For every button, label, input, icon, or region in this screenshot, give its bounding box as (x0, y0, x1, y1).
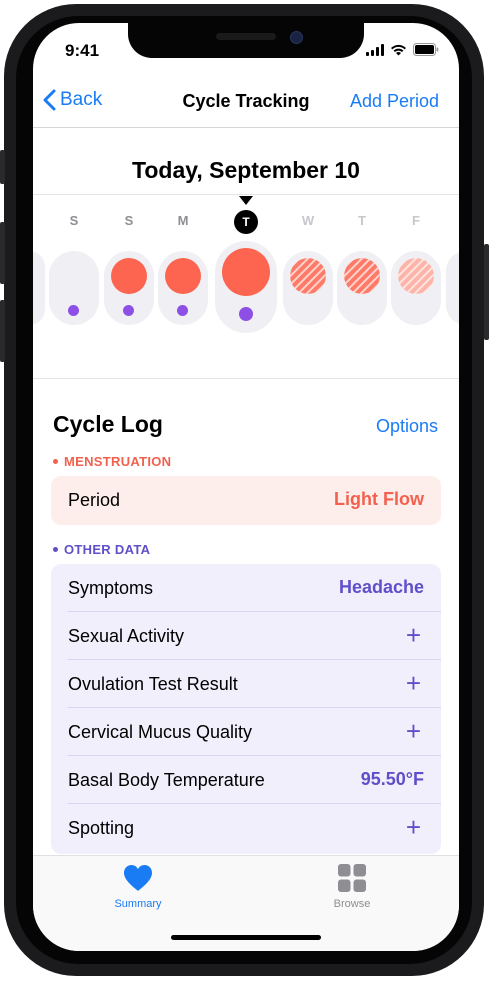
symptoms-value: Headache (338, 577, 424, 597)
add-sexual-activity-icon[interactable]: + (406, 622, 421, 648)
period-circle-today (222, 248, 270, 296)
heart-icon (93, 862, 183, 894)
screen: 9:41 Back Cycle Tracking Add Period Toda… (33, 23, 459, 951)
log-dot (177, 305, 188, 316)
day-letter-today: T (234, 210, 258, 234)
period-row[interactable]: Period Light Flow (51, 476, 441, 525)
spotting-label: Spotting (68, 818, 135, 838)
period-row-value: Light Flow (334, 489, 424, 509)
day-letter: M (177, 213, 189, 228)
menstruation-section-label: MENSTRUATION (53, 454, 171, 469)
day-cell-today[interactable] (215, 241, 277, 333)
status-icons (366, 43, 439, 56)
date-divider (33, 194, 459, 195)
log-dot (68, 305, 79, 316)
sexual-activity-row[interactable]: Sexual Activity + (51, 612, 441, 660)
cervical-mucus-row[interactable]: Cervical Mucus Quality + (51, 708, 441, 756)
wifi-icon (390, 44, 407, 56)
front-camera (290, 31, 303, 44)
add-spotting-icon[interactable]: + (406, 814, 421, 840)
navbar-divider (33, 127, 459, 128)
other-data-bullet-icon (53, 547, 58, 552)
basal-body-temperature-row[interactable]: Basal Body Temperature 95.50°F (51, 756, 441, 804)
ovulation-test-label: Ovulation Test Result (68, 674, 238, 694)
period-circle (111, 258, 147, 294)
add-ovulation-test-icon[interactable]: + (406, 670, 421, 696)
symptoms-row[interactable]: Symptoms Headache (51, 564, 441, 612)
day-letters: S S M T W T F (33, 210, 459, 237)
notch (128, 23, 364, 58)
basal-body-temperature-value: 95.50°F (360, 769, 424, 789)
day-letter: F (412, 213, 420, 228)
predicted-period-circle (290, 258, 326, 294)
add-cervical-mucus-icon[interactable]: + (406, 718, 421, 744)
day-letter: W (301, 213, 315, 228)
status-time: 9:41 (65, 41, 100, 60)
day-cell-sat-1[interactable] (49, 251, 99, 325)
day-cell-thu[interactable] (337, 251, 387, 325)
tab-summary[interactable]: Summary (93, 862, 183, 910)
speaker (216, 33, 276, 40)
menstruation-label: MENSTRUATION (64, 454, 172, 469)
day-cell-partial-left[interactable] (33, 251, 45, 325)
power-button (484, 244, 489, 340)
other-data-card: Symptoms Headache Sexual Activity + Ovul… (51, 564, 441, 854)
day-cell-fri[interactable] (391, 251, 441, 325)
period-row-label: Period (68, 490, 121, 510)
cellular-signal-icon (366, 43, 384, 56)
day-cell-wed[interactable] (283, 251, 333, 325)
navigation-bar: Back Cycle Tracking Add Period (33, 81, 459, 127)
tab-browse[interactable]: Browse (307, 862, 397, 910)
log-dot (123, 305, 134, 316)
volume-down-button (0, 300, 5, 362)
selected-date-heading: Today, September 10 (132, 157, 360, 183)
day-cell-mon[interactable] (158, 251, 208, 325)
options-button[interactable]: Options (376, 416, 438, 437)
day-cell-sun[interactable] (104, 251, 154, 325)
sexual-activity-label: Sexual Activity (68, 626, 185, 646)
today-pointer-icon (239, 196, 253, 205)
day-letter: T (358, 213, 366, 228)
symptoms-label: Symptoms (68, 578, 154, 598)
day-letter: S (69, 213, 79, 228)
spotting-row[interactable]: Spotting + (51, 804, 441, 852)
menstruation-bullet-icon (53, 459, 58, 464)
ovulation-test-row[interactable]: Ovulation Test Result + (51, 660, 441, 708)
predicted-period-circle (344, 258, 380, 294)
home-indicator[interactable] (171, 935, 321, 940)
volume-up-button (0, 222, 5, 284)
period-circle (165, 258, 201, 294)
cervical-mucus-label: Cervical Mucus Quality (68, 722, 253, 742)
tab-summary-label: Summary (114, 898, 162, 910)
cycle-log-title: Cycle Log (53, 411, 163, 437)
battery-icon (413, 43, 439, 56)
basal-body-temperature-label: Basal Body Temperature (68, 770, 265, 790)
other-data-section-label: OTHER DATA (53, 542, 150, 557)
grid-icon (307, 862, 397, 894)
predicted-period-circle (398, 258, 434, 294)
day-cell-partial-right[interactable] (446, 251, 459, 325)
tab-browse-label: Browse (333, 898, 371, 910)
other-data-label: OTHER DATA (64, 542, 151, 557)
add-period-button[interactable]: Add Period (350, 91, 439, 112)
day-letter: S (124, 213, 134, 228)
log-dot (239, 307, 253, 321)
section-divider (33, 378, 459, 379)
mute-switch (0, 150, 5, 184)
